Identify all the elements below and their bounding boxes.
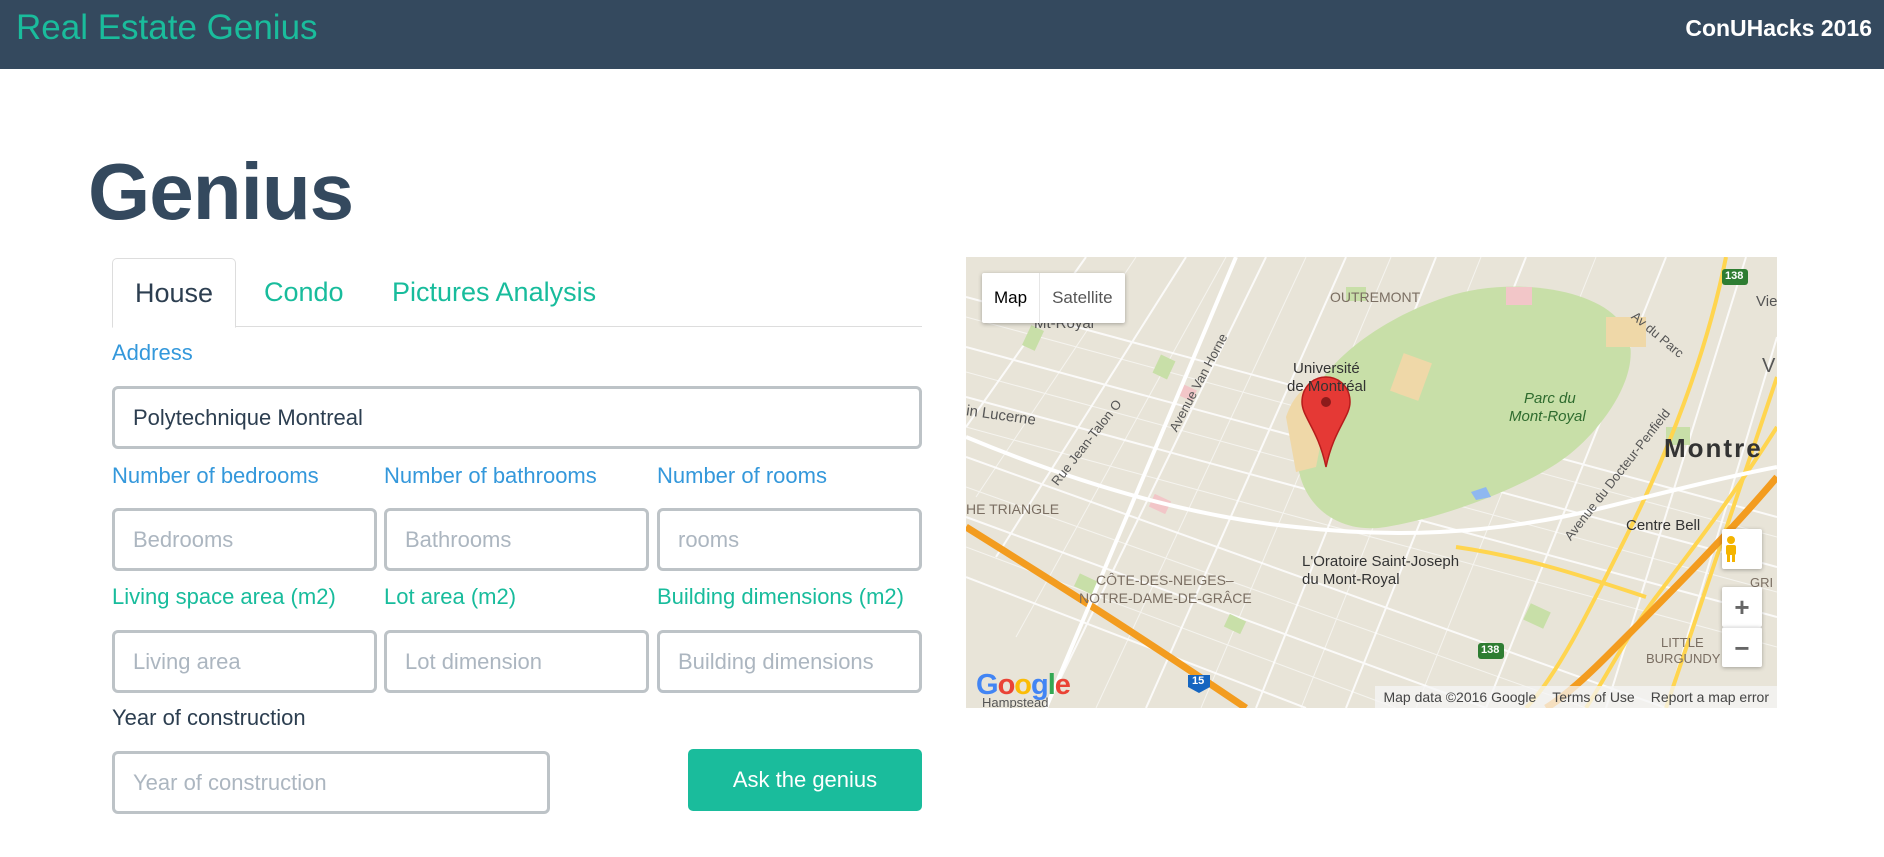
property-type-tabs: House Condo Pictures Analysis — [112, 258, 922, 328]
ask-the-genius-button[interactable]: Ask the genius — [688, 749, 922, 811]
map-label-notre-dame: NOTRE-DAME-DE-GRÂCE — [1079, 590, 1252, 606]
brand-link[interactable]: Real Estate Genius — [16, 8, 318, 48]
living-area-label: Living space area (m2) — [112, 584, 336, 609]
address-label: Address — [112, 340, 193, 365]
map-label-vie: Vie — [1756, 293, 1777, 310]
zoom-out-button[interactable]: − — [1722, 627, 1762, 667]
bedrooms-label: Number of bedrooms — [112, 463, 319, 488]
map-label-oratoire: L'Oratoire Saint-Joseph — [1302, 553, 1460, 570]
google-logo[interactable]: Google — [976, 669, 1071, 702]
map-label-burgundy: BURGUNDY — [1646, 651, 1721, 666]
building-dimensions-label: Building dimensions (m2) — [657, 584, 904, 609]
map-attribution-footer: Map data ©2016 Google Terms of Use Repor… — [1375, 686, 1777, 708]
nav-event-label[interactable]: ConUHacks 2016 — [1685, 15, 1872, 42]
map-label-v: V — [1762, 355, 1776, 377]
map-label-parc: Parc du — [1524, 390, 1576, 407]
route-15-shield: 15 — [1192, 675, 1205, 687]
lot-area-input[interactable] — [384, 630, 649, 693]
tab-house[interactable]: House — [112, 258, 236, 328]
rooms-input[interactable] — [657, 508, 922, 571]
address-input[interactable] — [112, 386, 922, 449]
map-label-triangle: HE TRIANGLE — [966, 501, 1060, 517]
zoom-in-button[interactable]: + — [1722, 587, 1762, 627]
map-data-attribution: Map data ©2016 Google — [1383, 689, 1537, 705]
map-label-centre-bell: Centre Bell — [1626, 517, 1701, 534]
map-label-cote-des-neiges: CÔTE-DES-NEIGES– — [1096, 572, 1234, 588]
map-type-control: Map Satellite — [982, 273, 1125, 323]
tab-condo[interactable]: Condo — [244, 258, 364, 328]
map-type-satellite-button[interactable]: Satellite — [1040, 273, 1124, 323]
map-widget[interactable]: OUTREMONT Mt-Royal Université de Montréa… — [966, 257, 1777, 708]
map-label-universite-2: de Montréal — [1287, 378, 1367, 395]
map-label-oratoire-2: du Mont-Royal — [1302, 571, 1400, 588]
map-label-montreal: Montre — [1664, 433, 1763, 463]
rooms-label: Number of rooms — [657, 463, 827, 488]
lot-area-label: Lot area (m2) — [384, 584, 517, 609]
tab-pictures-analysis[interactable]: Pictures Analysis — [372, 258, 616, 328]
report-map-error-link[interactable]: Report a map error — [1643, 689, 1777, 705]
bathrooms-label: Number of bathrooms — [384, 463, 597, 488]
year-input[interactable] — [112, 751, 550, 814]
map-label-parc-2: Mont-Royal — [1509, 408, 1586, 425]
map-label-outremont: OUTREMONT — [1330, 289, 1421, 305]
year-label: Year of construction — [112, 705, 306, 730]
route-138-shield-top: 138 — [1725, 270, 1744, 282]
route-138-shield-bottom: 138 — [1481, 644, 1500, 656]
navbar: Real Estate Genius ConUHacks 2016 — [0, 0, 1884, 69]
map-label-little: LITTLE — [1661, 635, 1704, 650]
map-type-map-button[interactable]: Map — [982, 273, 1041, 323]
map-label-universite: Université — [1293, 360, 1360, 377]
terms-of-use-link[interactable]: Terms of Use — [1544, 689, 1642, 705]
living-area-input[interactable] — [112, 630, 377, 693]
street-view-pegman-icon[interactable] — [1722, 529, 1762, 569]
bedrooms-input[interactable] — [112, 508, 377, 571]
bathrooms-input[interactable] — [384, 508, 649, 571]
page-title: Genius — [88, 147, 354, 236]
building-dimensions-input[interactable] — [657, 630, 922, 693]
